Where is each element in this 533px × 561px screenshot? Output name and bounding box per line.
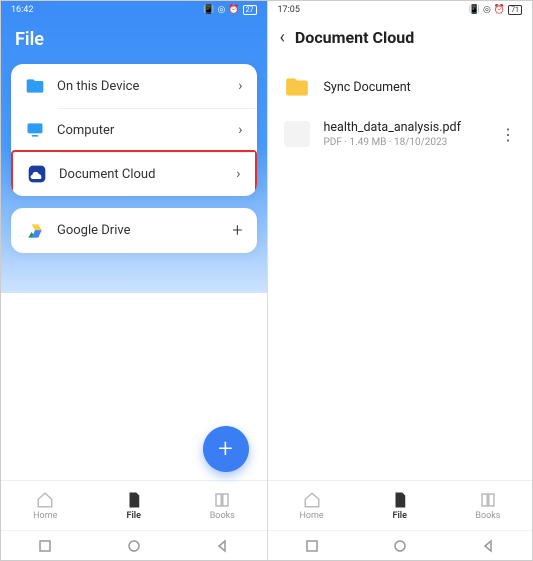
android-nav-bar: [268, 530, 533, 560]
wifi-icon: ◎: [483, 5, 491, 15]
storage-card: On this Device › Computer › Document Clo…: [11, 64, 257, 196]
row-file-pdf[interactable]: health_data_analysis.pdf PDF · 1.49 MB ·…: [268, 110, 533, 158]
tab-label: Home: [299, 511, 323, 521]
nav-home-button[interactable]: [127, 539, 141, 553]
plus-icon: +: [218, 436, 233, 462]
google-drive-icon: [25, 221, 45, 241]
row-label: On this Device: [57, 79, 226, 94]
tab-label: Books: [210, 511, 235, 521]
folder-icon: [25, 76, 45, 96]
tab-home[interactable]: Home: [268, 481, 356, 530]
home-icon: [36, 491, 54, 509]
chevron-right-icon: ›: [238, 78, 242, 94]
nav-home-button[interactable]: [393, 539, 407, 553]
page-title: File: [1, 19, 267, 64]
wifi-icon: ◎: [218, 5, 226, 15]
cloud-icon: [27, 164, 47, 184]
header-gradient: 16:42 📳 ◎ ⏰ 27 File On this Device ›: [1, 1, 267, 293]
tab-file[interactable]: File: [356, 481, 444, 530]
more-button[interactable]: ⋮: [500, 125, 516, 144]
tab-label: File: [393, 511, 407, 521]
tab-home[interactable]: Home: [1, 481, 90, 530]
phone-left: 16:42 📳 ◎ ⏰ 27 File On this Device ›: [1, 1, 267, 560]
bottom-tabs: Home File Books: [268, 480, 533, 530]
file-meta: PDF · 1.49 MB · 18/10/2023: [324, 137, 487, 148]
header-row: ‹ Document Cloud: [268, 19, 533, 60]
fab-add-button[interactable]: +: [203, 426, 249, 472]
tab-label: Books: [475, 511, 500, 521]
status-bar: 16:42 📳 ◎ ⏰ 27: [1, 1, 267, 19]
status-icons: 📳 ◎ ⏰ 27: [203, 5, 256, 15]
chevron-right-icon: ›: [236, 166, 240, 182]
file-icon: [125, 491, 143, 509]
pdf-thumb-icon: [284, 121, 310, 147]
row-document-cloud[interactable]: Document Cloud ›: [11, 150, 257, 196]
clock-text: 16:42: [11, 5, 33, 15]
tab-file[interactable]: File: [90, 481, 179, 530]
row-on-this-device[interactable]: On this Device ›: [11, 64, 257, 108]
file-name: health_data_analysis.pdf: [324, 120, 487, 135]
status-bar: 17:05 📳 ◎ ⏰ 71: [268, 1, 533, 19]
status-icons: 📳 ◎ ⏰ 71: [469, 5, 522, 15]
battery-badge: 71: [508, 5, 522, 15]
row-label: Computer: [57, 123, 226, 138]
books-icon: [213, 491, 231, 509]
alarm-icon: ⏰: [494, 5, 505, 15]
phone-right: 17:05 📳 ◎ ⏰ 71 ‹ Document Cloud Sync Doc…: [267, 1, 533, 560]
vibrate-icon: 📳: [469, 5, 480, 15]
vibrate-icon: 📳: [203, 5, 214, 15]
nav-recent-button[interactable]: [38, 539, 52, 553]
file-icon: [391, 491, 409, 509]
back-button[interactable]: ‹: [280, 27, 285, 48]
row-computer[interactable]: Computer ›: [11, 108, 257, 152]
tab-label: Home: [33, 511, 57, 521]
tab-label: File: [127, 511, 141, 521]
battery-badge: 27: [243, 5, 257, 15]
nav-recent-button[interactable]: [305, 539, 319, 553]
home-icon: [303, 491, 321, 509]
row-label: Google Drive: [57, 223, 220, 238]
books-icon: [479, 491, 497, 509]
alarm-icon: ⏰: [228, 5, 239, 15]
nav-back-button[interactable]: [215, 539, 229, 553]
plus-icon: +: [232, 220, 242, 241]
row-label: Document Cloud: [59, 167, 224, 182]
bottom-tabs: Home File Books: [1, 480, 267, 530]
row-google-drive[interactable]: Google Drive +: [11, 208, 257, 253]
empty-space: [268, 162, 533, 480]
row-sync-document[interactable]: Sync Document: [268, 64, 533, 110]
clock-text: 17:05: [278, 5, 300, 15]
chevron-right-icon: ›: [238, 122, 242, 138]
page-title: Document Cloud: [295, 28, 414, 47]
nav-back-button[interactable]: [481, 539, 495, 553]
computer-icon: [25, 120, 45, 140]
tab-books[interactable]: Books: [444, 481, 532, 530]
folder-icon: [284, 74, 310, 100]
item-name: Sync Document: [324, 80, 517, 95]
gdrive-card: Google Drive +: [11, 208, 257, 253]
file-list: Sync Document health_data_analysis.pdf P…: [268, 60, 533, 162]
android-nav-bar: [1, 530, 267, 560]
tab-books[interactable]: Books: [178, 481, 267, 530]
